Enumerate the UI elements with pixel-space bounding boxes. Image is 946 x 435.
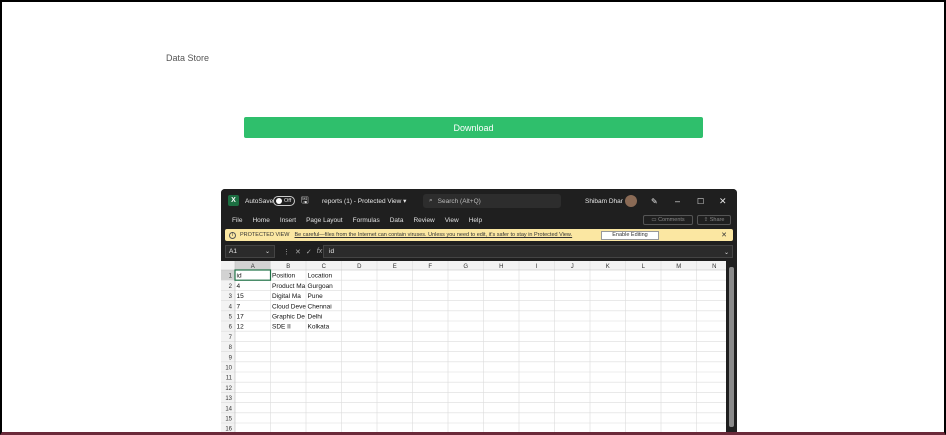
cell-c3[interactable]: Pune: [308, 293, 324, 300]
cell-b4[interactable]: Cloud Deve: [272, 303, 306, 310]
formula-bar: A1 ⌄ ⋮ ✕ ✓ fx id ⌄: [225, 245, 733, 258]
excel-window: X AutoSave Off 🖫 reports (1) - Protected…: [221, 189, 737, 432]
column-header-d[interactable]: D: [357, 264, 362, 270]
share-label: Share: [709, 217, 725, 223]
chevron-down-icon[interactable]: ⌄: [724, 246, 729, 259]
check-icon[interactable]: ✓: [306, 248, 312, 256]
protected-view-title: PROTECTED VIEW: [240, 232, 290, 238]
column-header-m[interactable]: M: [676, 264, 681, 270]
column-header-h[interactable]: H: [499, 264, 503, 270]
autosave-toggle[interactable]: Off: [273, 196, 295, 206]
cell-a3[interactable]: 15: [237, 293, 245, 300]
enable-editing-button[interactable]: Enable Editing: [601, 230, 659, 240]
cell-b5[interactable]: Graphic De: [272, 314, 305, 321]
autosave-label: AutoSave: [245, 197, 274, 205]
column-header-k[interactable]: K: [606, 264, 610, 270]
user-name[interactable]: Shibam Dhar: [585, 189, 623, 213]
column-header-g[interactable]: G: [463, 264, 468, 270]
chevron-down-icon[interactable]: ⌄: [265, 245, 270, 258]
cell-a4[interactable]: 7: [237, 303, 241, 310]
tab-file[interactable]: File: [232, 217, 242, 224]
tab-data[interactable]: Data: [390, 217, 404, 224]
search-input[interactable]: ⌕ Search (Alt+Q): [423, 194, 561, 208]
row-header-13[interactable]: 13: [225, 396, 232, 402]
row-header-11[interactable]: 11: [226, 376, 233, 382]
document-title[interactable]: reports (1) - Protected View ▾: [322, 189, 406, 213]
column-header-f[interactable]: F: [428, 264, 432, 270]
save-icon[interactable]: 🖫: [301, 189, 309, 213]
cell-b6[interactable]: SDE II: [272, 324, 291, 331]
shield-icon: i: [229, 231, 236, 239]
comment-icon: ▭: [651, 217, 659, 223]
row-header-12[interactable]: 12: [225, 386, 232, 392]
share-button[interactable]: ⇪ Share: [697, 215, 731, 225]
search-icon: ⌕: [429, 197, 433, 204]
cell-b1[interactable]: Position: [272, 273, 296, 280]
column-header-e[interactable]: E: [393, 264, 397, 270]
search-placeholder: Search (Alt+Q): [437, 197, 481, 205]
tab-help[interactable]: Help: [469, 217, 482, 224]
comments-label: Comments: [658, 217, 685, 223]
tab-view[interactable]: View: [445, 217, 459, 224]
vertical-scrollbar[interactable]: [726, 261, 737, 432]
close-icon[interactable]: ✕: [721, 229, 727, 241]
maximize-icon[interactable]: ☐: [697, 189, 704, 213]
formula-value: id: [329, 248, 335, 255]
fx-icon[interactable]: fx: [317, 248, 322, 255]
tab-home[interactable]: Home: [252, 217, 269, 224]
column-header-n[interactable]: N: [712, 264, 716, 270]
autosave-state: Off: [284, 198, 292, 204]
cell-c6[interactable]: Kolkata: [308, 324, 330, 331]
name-box-value: A1: [229, 248, 237, 255]
tab-insert[interactable]: Insert: [280, 217, 296, 224]
avatar[interactable]: [625, 195, 637, 207]
pen-icon[interactable]: ✎: [651, 189, 658, 213]
column-header-bar: [221, 261, 726, 270]
protected-view-message[interactable]: Be careful—files from the Internet can c…: [295, 232, 573, 238]
cell-c1[interactable]: Location: [308, 273, 333, 280]
more-icon: ⋮: [283, 248, 290, 256]
tab-review[interactable]: Review: [413, 217, 434, 224]
comments-button[interactable]: ▭ Comments: [643, 215, 693, 225]
cell-b2[interactable]: Product Ma: [272, 283, 306, 290]
close-icon[interactable]: ✕: [719, 189, 727, 213]
formula-input[interactable]: id ⌄: [323, 245, 733, 258]
excel-titlebar: X AutoSave Off 🖫 reports (1) - Protected…: [221, 189, 737, 213]
cell-a6[interactable]: 12: [237, 324, 245, 331]
spreadsheet-grid[interactable]: A B C D E F G H I J K L M N 1 2 3 4 5 6 7 8 9 10 11 12 13 14 15 16 id P…: [221, 261, 737, 432]
tab-formulas[interactable]: Formulas: [353, 217, 380, 224]
cell-c5[interactable]: Delhi: [308, 314, 323, 321]
column-header-a[interactable]: A: [251, 264, 255, 270]
column-header-j[interactable]: J: [571, 264, 574, 270]
toggle-knob-icon: [276, 198, 282, 204]
cell-a2[interactable]: 4: [237, 283, 241, 290]
data-store-label: Data Store: [166, 53, 210, 63]
formula-icons: ⋮ ✕ ✓ fx: [283, 245, 322, 258]
minimize-icon[interactable]: –: [675, 189, 680, 213]
excel-logo-icon: X: [228, 195, 239, 206]
row-header-10[interactable]: 10: [225, 366, 232, 372]
scroll-thumb[interactable]: [729, 267, 734, 427]
row-header-16[interactable]: 16: [225, 427, 232, 432]
cell-a1[interactable]: id: [237, 273, 242, 280]
row-header-14[interactable]: 14: [225, 406, 232, 412]
cell-c4[interactable]: Chennai: [308, 303, 332, 310]
cancel-icon[interactable]: ✕: [295, 248, 301, 256]
download-button[interactable]: Download: [244, 117, 703, 138]
column-header-c[interactable]: C: [322, 264, 327, 270]
column-header-b[interactable]: B: [286, 264, 290, 270]
cell-a5[interactable]: 17: [237, 314, 245, 321]
cell-c2[interactable]: Gurgoan: [308, 283, 334, 290]
tab-page-layout[interactable]: Page Layout: [306, 217, 343, 224]
cell-b3[interactable]: Digital Ma: [272, 293, 301, 300]
row-header-15[interactable]: 15: [225, 417, 232, 423]
spreadsheet-canvas[interactable]: A B C D E F G H I J K L M N12345678910111213141516id P…: [221, 261, 726, 432]
protected-view-bar: i PROTECTED VIEW Be careful—files from t…: [225, 229, 733, 241]
